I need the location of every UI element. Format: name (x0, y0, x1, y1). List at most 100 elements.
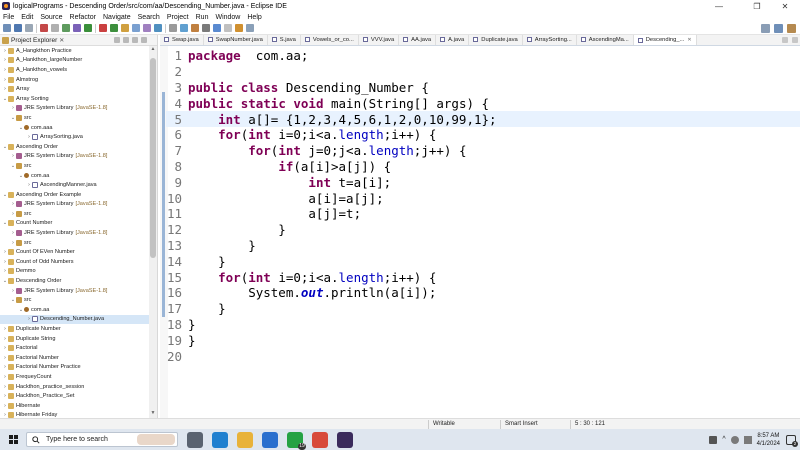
editor-tab[interactable]: ArraySorting... (523, 35, 577, 45)
toolbar-button-icon[interactable] (154, 24, 162, 32)
toolbar-button-icon[interactable] (25, 24, 33, 32)
tree-item[interactable]: ⌄ Descending Order (0, 276, 150, 286)
editor-tab[interactable]: Swap.java (160, 35, 204, 45)
tree-item[interactable]: ⌄ Ascending Order (0, 142, 150, 152)
toolbar-button-icon[interactable] (191, 24, 199, 32)
menu-window[interactable]: Window (215, 14, 240, 21)
code-line[interactable]: 13 } (166, 238, 800, 254)
view-menu-icon[interactable] (132, 37, 138, 43)
tree-item[interactable]: › Factorial (0, 343, 150, 353)
minimize-button[interactable]: — (704, 0, 734, 12)
tree-item[interactable]: › Hibernate Friday (0, 411, 150, 418)
tree-item[interactable]: › Hibernate (0, 401, 150, 411)
editor-tab[interactable]: AscendingMa... (577, 35, 634, 45)
file-explorer-icon[interactable] (237, 431, 253, 448)
tree-item[interactable]: › JRE System Library [JavaSE-1.8] (0, 286, 150, 296)
code-line[interactable]: 10 a[i]=a[j]; (166, 190, 800, 206)
tree-item[interactable]: › JRE System Library [JavaSE-1.8] (0, 152, 150, 162)
toolbar-button-icon[interactable] (202, 24, 210, 32)
code-lines[interactable]: 1 package com.aa; 2 3 public class Descendin… (166, 48, 800, 364)
toolbar-button-icon[interactable] (14, 24, 22, 32)
tree-item[interactable]: › ArraySorting.java (0, 132, 150, 142)
tree-item[interactable]: › A_Hankthon_vowels (0, 65, 150, 75)
tree-item[interactable]: › JRE System Library [JavaSE-1.8] (0, 104, 150, 114)
tree-item[interactable]: › Count Of EVen Number (0, 247, 150, 257)
menu-search[interactable]: Search (138, 14, 160, 21)
close-tab-icon[interactable]: ✕ (687, 37, 691, 43)
tree-item[interactable]: ⌄ Count Number (0, 219, 150, 229)
tree-item[interactable]: ⌄ src (0, 161, 150, 171)
collapse-all-icon[interactable] (114, 37, 120, 43)
toolbar-button-icon[interactable] (246, 24, 254, 32)
tree-item[interactable]: ⌄ com.aa (0, 305, 150, 315)
tree-item[interactable]: ⌄ Ascending Order Example (0, 190, 150, 200)
editor-tab[interactable]: Duplicate.java (469, 35, 523, 45)
tree-item[interactable]: ⌄ Array Sorting (0, 94, 150, 104)
toolbar-button-icon[interactable] (99, 24, 107, 32)
editor-tab[interactable]: Vowels_or_co... (301, 35, 359, 45)
tree-item[interactable]: › Duplicate String (0, 334, 150, 344)
maximize-editor-icon[interactable] (792, 36, 798, 43)
tree-item[interactable]: › A_Hankthon_largeNumber (0, 56, 150, 66)
code-line[interactable]: 1 package com.aa; (166, 48, 800, 64)
code-line[interactable]: 4 public static void main(String[] args) … (166, 95, 800, 111)
menu-refactor[interactable]: Refactor (70, 14, 96, 21)
explorer-scroll-thumb[interactable] (150, 58, 156, 258)
toolbar-button-icon[interactable] (121, 24, 129, 32)
task-view-icon[interactable] (187, 431, 203, 448)
keyboard-icon[interactable] (709, 435, 718, 444)
code-line[interactable]: 17 } (166, 301, 800, 317)
code-line[interactable]: 20 (166, 348, 800, 364)
editor-tab[interactable]: S.java (268, 35, 301, 45)
volume-icon[interactable] (743, 435, 752, 444)
menu-navigate[interactable]: Navigate (103, 14, 131, 21)
tree-item[interactable]: › Demmo (0, 267, 150, 277)
tree-item[interactable]: › Descending_Number.java (0, 314, 150, 325)
code-line[interactable]: 6 for(int i=0;i<a.length;i++) { (166, 127, 800, 143)
search-icon[interactable] (761, 24, 770, 33)
tree-item[interactable]: ⌄ src (0, 113, 150, 123)
close-window-button[interactable]: ✕ (770, 0, 800, 12)
code-line[interactable]: 3 public class Descending_Number { (166, 80, 800, 96)
menu-edit[interactable]: Edit (21, 14, 33, 21)
code-line[interactable]: 14 } (166, 253, 800, 269)
tree-item[interactable]: › Count of Odd Numbers (0, 257, 150, 267)
tree-item[interactable]: › Hackthon_practice_session (0, 382, 150, 392)
toolbar-button-icon[interactable] (62, 24, 70, 32)
code-line[interactable]: 7 for(int j=0;j<a.length;j++) { (166, 143, 800, 159)
tree-item[interactable]: › A_Hangkthon Practice (0, 46, 150, 56)
minimize-view-icon[interactable] (141, 37, 147, 43)
toolbar-button-icon[interactable] (224, 24, 232, 32)
tree-item[interactable]: ⌄ src (0, 295, 150, 305)
tree-item[interactable]: › AscendingManner.java (0, 180, 150, 190)
tree-item[interactable]: › src (0, 209, 150, 219)
tree-item[interactable]: › JRE System Library [JavaSE-1.8] (0, 200, 150, 210)
toolbar-button-icon[interactable] (143, 24, 151, 32)
menu-source[interactable]: Source (40, 14, 62, 21)
maximize-button[interactable]: ❐ (742, 0, 772, 12)
code-line[interactable]: 2 (166, 64, 800, 80)
toolbar-button-icon[interactable] (73, 24, 81, 32)
toolbar-button-icon[interactable] (180, 24, 188, 32)
editor-tab[interactable]: Descending_... ✕ (633, 35, 697, 45)
toolbar-button-icon[interactable] (84, 24, 92, 32)
toolbar-button-icon[interactable] (235, 24, 243, 32)
menu-run[interactable]: Run (196, 14, 209, 21)
menu-help[interactable]: Help (247, 14, 261, 21)
code-line[interactable]: 11 a[j]=t; (166, 206, 800, 222)
tree-item[interactable]: › JRE System Library [JavaSE-1.8] (0, 228, 150, 238)
java-perspective-icon[interactable] (787, 24, 796, 33)
editor-tab[interactable]: AA.java (399, 35, 437, 45)
code-line[interactable]: 16 System.out.println(a[i]); (166, 285, 800, 301)
toolbar-button-icon[interactable] (51, 24, 59, 32)
tree-item[interactable]: › src (0, 238, 150, 248)
link-editor-icon[interactable] (123, 37, 129, 43)
scroll-up-icon[interactable]: ▲ (149, 46, 157, 54)
toolbar-button-icon[interactable] (213, 24, 221, 32)
taskbar-clock[interactable]: 8:57 AM 4/1/2024 (757, 432, 780, 448)
tree-item[interactable]: › Array (0, 84, 150, 94)
toolbar-button-icon[interactable] (110, 24, 118, 32)
toolbar-button-icon[interactable] (40, 24, 48, 32)
tree-item[interactable]: › Factorial Number (0, 353, 150, 363)
taskbar-search-box[interactable]: Type here to search (26, 432, 178, 447)
